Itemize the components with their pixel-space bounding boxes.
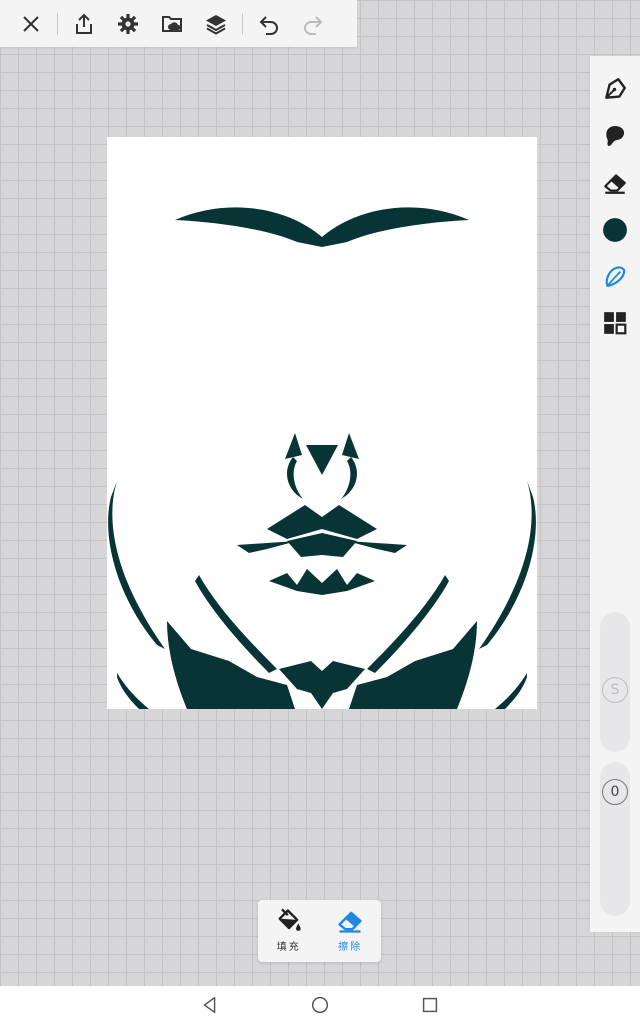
share-icon xyxy=(76,13,92,34)
home-icon xyxy=(311,996,329,1014)
recents-button[interactable] xyxy=(375,986,485,1024)
layers-button[interactable] xyxy=(194,0,238,47)
artwork-right-lower-wing xyxy=(349,621,477,709)
artwork-right-whisker xyxy=(347,541,407,553)
undo-button[interactable] xyxy=(247,0,291,47)
eraser-tool-button[interactable] xyxy=(590,163,640,203)
redo-button[interactable] xyxy=(291,0,335,47)
eraser-icon xyxy=(604,174,626,194)
back-icon xyxy=(203,996,216,1014)
smudge-icon xyxy=(606,126,625,146)
color-picker-button[interactable] xyxy=(590,210,640,250)
artwork-bottom-left-corner xyxy=(117,673,149,709)
pen-icon xyxy=(605,78,626,99)
eraser-icon xyxy=(338,911,362,933)
erase-mode-button[interactable]: 擦除 xyxy=(320,900,382,962)
canvas-artwork xyxy=(108,207,536,709)
cloud-save-button[interactable] xyxy=(150,0,194,47)
artwork-right-ring xyxy=(341,457,357,499)
pen-tool-button[interactable] xyxy=(590,69,640,109)
artwork-mouth-middle xyxy=(287,533,357,557)
paint-bucket-icon xyxy=(278,908,301,931)
redo-icon xyxy=(304,15,323,35)
grid-tools-icon xyxy=(604,312,627,335)
artwork-left-ear xyxy=(285,433,302,459)
toolbar-divider xyxy=(57,12,58,35)
artwork-left-whisker xyxy=(237,541,297,553)
artwork-chin xyxy=(269,569,375,595)
home-button[interactable] xyxy=(265,986,375,1024)
erase-mode-label: 擦除 xyxy=(338,942,363,953)
close-icon xyxy=(23,15,39,32)
folder-cloud-icon xyxy=(162,15,182,32)
right-toolbar: S 0 xyxy=(590,56,640,932)
close-button[interactable] xyxy=(9,0,53,47)
layers-icon xyxy=(206,14,226,35)
smudge-tool-button[interactable] xyxy=(590,116,640,156)
recents-icon xyxy=(422,997,438,1013)
artwork-left-cheek xyxy=(108,481,165,649)
artwork-right-cheek xyxy=(479,481,536,649)
artwork-brow-shape xyxy=(175,207,469,247)
brush-size-indicator: S xyxy=(602,677,628,703)
lasso-tool-button[interactable] xyxy=(590,257,640,297)
artwork-bottom-right-corner xyxy=(495,673,527,709)
undo-icon xyxy=(259,15,278,35)
back-button[interactable] xyxy=(155,986,265,1024)
grid-tools-button[interactable] xyxy=(590,303,640,343)
color-swatch xyxy=(603,218,627,242)
settings-button[interactable] xyxy=(106,0,150,47)
fill-erase-popup: 填充 擦除 xyxy=(258,900,381,962)
brush-size-label: S xyxy=(610,682,620,698)
lasso-icon xyxy=(605,266,626,287)
artwork-left-lower-wing xyxy=(167,621,295,709)
brush-opacity-indicator: 0 xyxy=(602,779,628,805)
gear-icon xyxy=(118,13,138,34)
artwork-nose-triangle xyxy=(306,445,338,475)
share-button[interactable] xyxy=(62,0,106,47)
artwork-right-ear xyxy=(342,433,359,459)
android-nav-bar xyxy=(0,986,640,1024)
artwork-left-ring xyxy=(287,457,303,499)
brush-opacity-label: 0 xyxy=(610,784,620,800)
toolbar-divider xyxy=(242,12,243,35)
top-toolbar xyxy=(0,0,357,47)
drawing-canvas[interactable] xyxy=(107,137,537,709)
fill-mode-button[interactable]: 填充 xyxy=(258,900,320,962)
fill-mode-label: 填充 xyxy=(276,942,301,953)
